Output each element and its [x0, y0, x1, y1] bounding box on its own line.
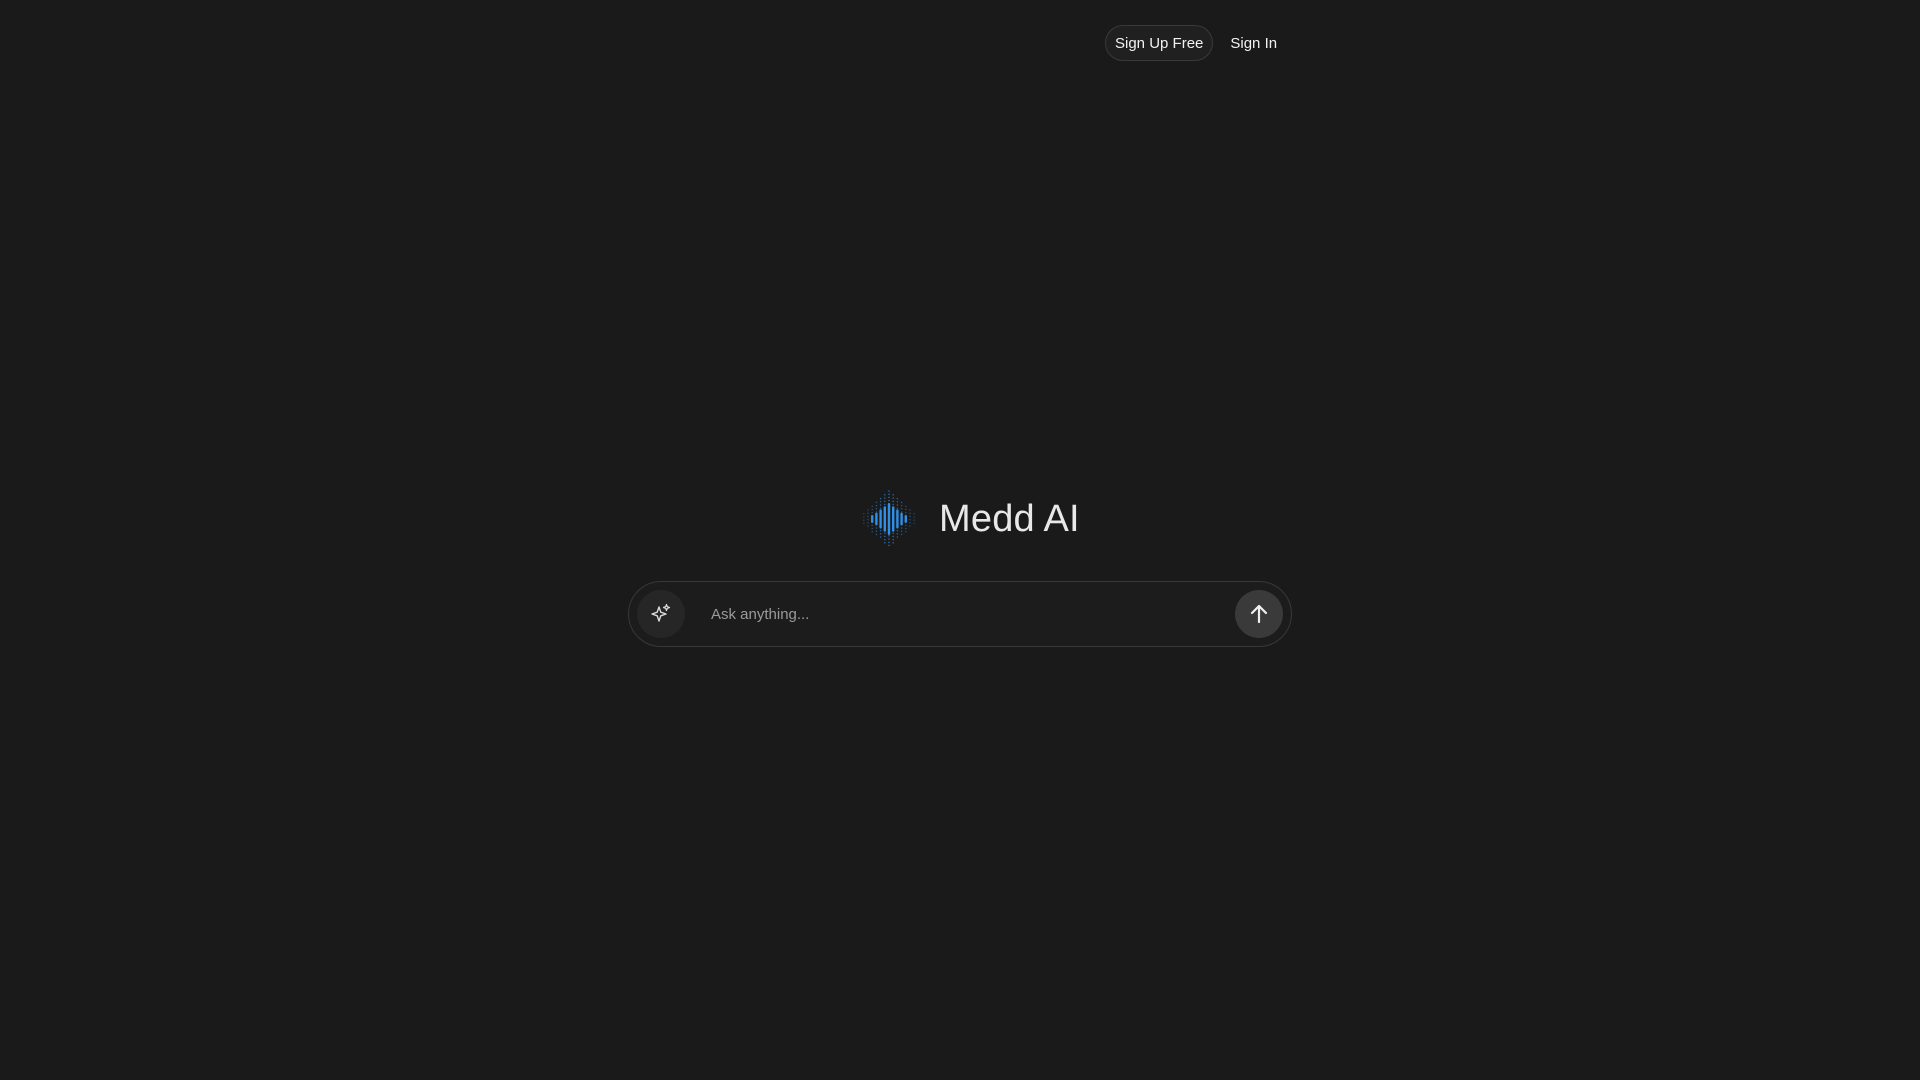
header-nav: Sign Up Free Sign In	[1105, 25, 1286, 61]
sign-in-button[interactable]: Sign In	[1221, 25, 1286, 61]
page: Sign Up Free Sign In Medd AI	[0, 0, 1920, 1080]
soundwave-logo-icon	[863, 490, 915, 547]
brand-name: Medd AI	[939, 497, 1080, 540]
arrow-up-icon	[1250, 604, 1268, 624]
sparkle-button[interactable]	[637, 590, 685, 638]
chat-bar	[628, 581, 1292, 647]
chat-input[interactable]	[709, 593, 1221, 635]
sign-up-button[interactable]: Sign Up Free	[1105, 25, 1214, 61]
sparkle-icon	[651, 603, 671, 622]
brand: Medd AI	[857, 487, 1080, 551]
send-button[interactable]	[1235, 590, 1283, 638]
